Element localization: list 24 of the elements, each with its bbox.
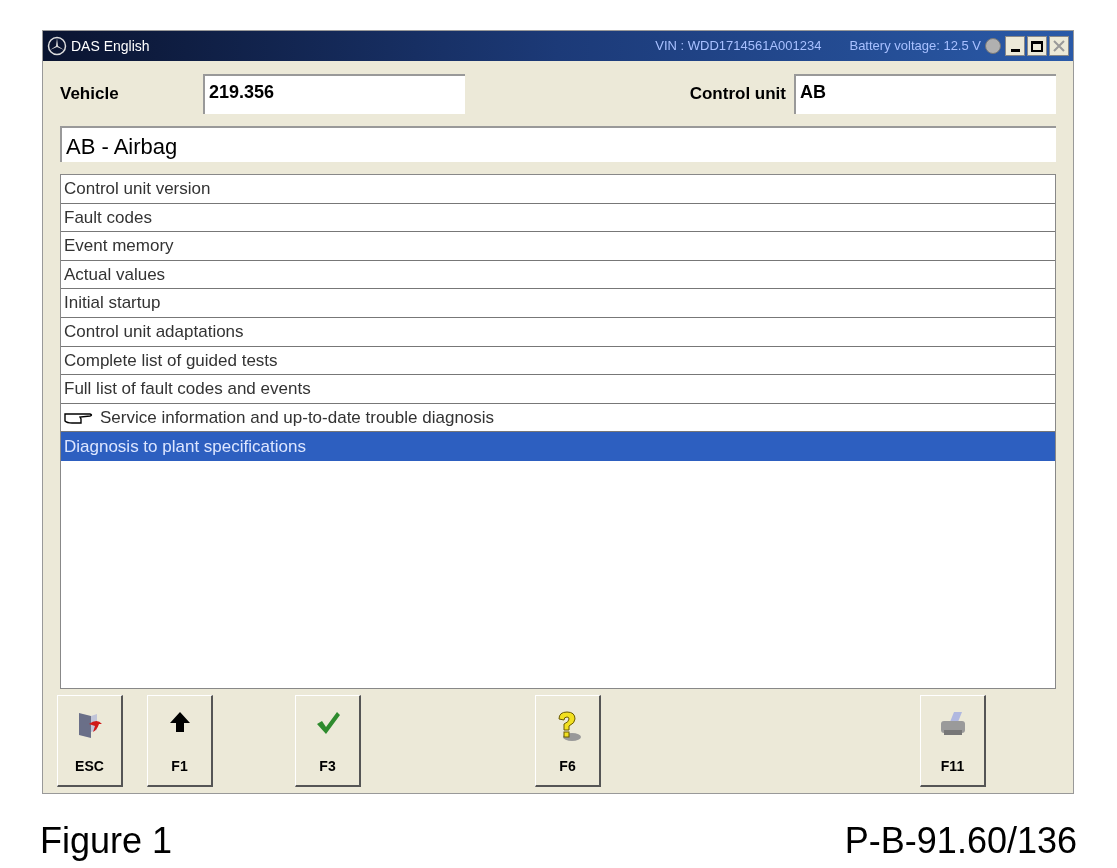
function-key-button[interactable]: F11 xyxy=(920,695,986,787)
reference-number: P-B-91.60/136 xyxy=(844,819,1077,863)
menu-item[interactable]: Diagnosis to plant specifications xyxy=(61,432,1055,461)
control-unit-label: Control unit xyxy=(689,82,786,105)
figure-caption: Figure 1 xyxy=(40,819,173,863)
function-key-button[interactable]: F1 xyxy=(147,695,213,787)
vehicle-field: 219.356 xyxy=(203,73,465,114)
pointing-hand-icon xyxy=(64,410,94,425)
battery-voltage-text: Battery voltage: 12.5 V xyxy=(849,37,981,56)
checkmark-icon xyxy=(314,710,341,736)
maximize-button[interactable] xyxy=(1027,36,1047,56)
star-logo-icon xyxy=(47,36,67,56)
function-key-button[interactable]: F3 xyxy=(295,695,361,787)
status-light-icon xyxy=(985,38,1001,54)
control-unit-description: AB - Airbag xyxy=(60,126,1056,162)
vehicle-label: Vehicle xyxy=(60,82,120,105)
close-icon xyxy=(1053,40,1065,52)
function-key-button[interactable]: ESC xyxy=(57,695,123,787)
up-arrow-icon xyxy=(167,710,192,734)
function-key-button[interactable]: F6 xyxy=(535,695,601,787)
vin-text: VIN : WDD1714561A001234 xyxy=(655,37,822,56)
minimize-button[interactable] xyxy=(1005,36,1025,56)
control-unit-field: AB xyxy=(794,73,1056,114)
window-title: DAS English xyxy=(71,36,150,56)
